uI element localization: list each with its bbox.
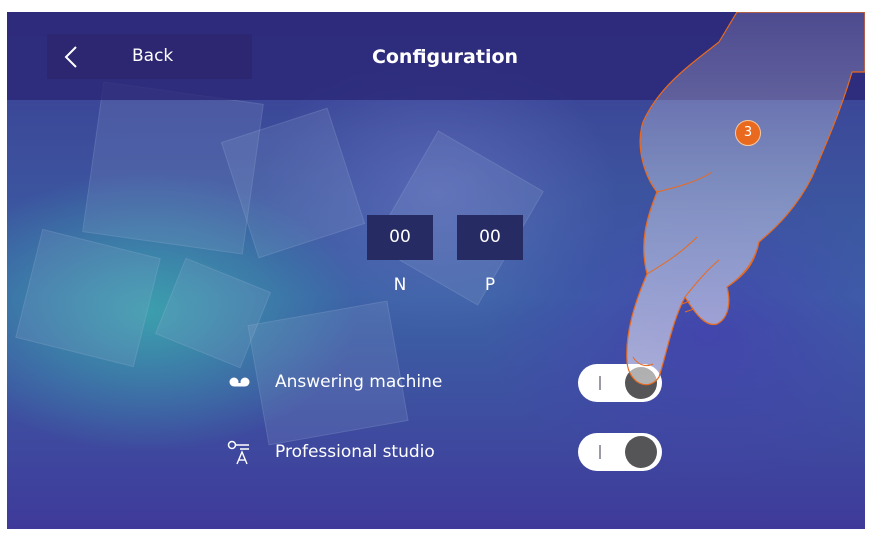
step-number-badge: 3 xyxy=(735,120,761,146)
device-screen: Back Configuration 00 00 N P Answering m… xyxy=(7,12,865,529)
pointing-hand-illustration xyxy=(626,12,865,386)
